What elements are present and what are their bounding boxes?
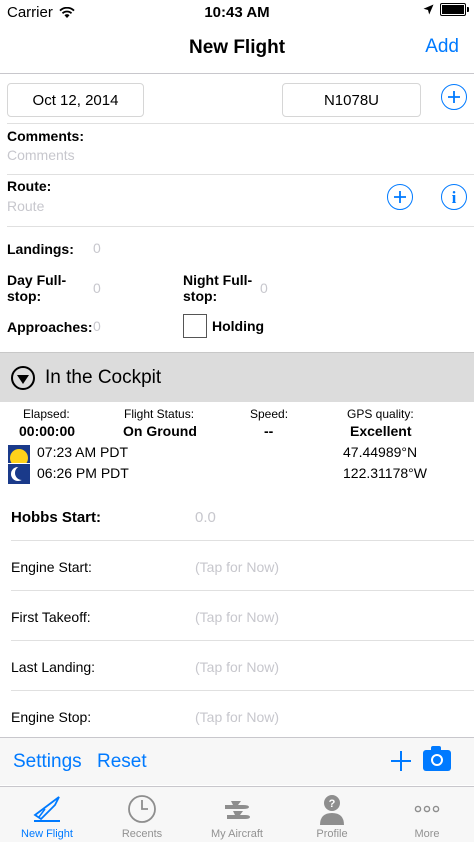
divider [7, 174, 474, 175]
route-input[interactable]: Route [7, 198, 44, 214]
engine-start-label: Engine Start: [11, 559, 92, 575]
svg-text:?: ? [329, 798, 336, 810]
clock-icon [128, 795, 156, 823]
divider [11, 690, 474, 691]
holding-label: Holding [212, 318, 265, 334]
last-landing-label: Last Landing: [11, 659, 96, 675]
status-time: 10:43 AM [204, 4, 270, 21]
engine-stop-label: Engine Stop: [11, 709, 92, 725]
info-button[interactable]: i [441, 184, 467, 210]
flight-status-label: Flight Status: [124, 407, 195, 421]
aircraft-icon [225, 801, 250, 819]
speed-value: -- [264, 423, 274, 439]
tab-profile[interactable]: ? Profile [285, 787, 379, 842]
bottom-toolbar: Settings Reset [0, 737, 474, 785]
tab-recents[interactable]: Recents [95, 787, 189, 842]
comments-label: Comments: [7, 128, 85, 144]
approaches-field[interactable]: 0 [93, 318, 101, 334]
speed-label: Speed: [250, 407, 289, 421]
tab-label: New Flight [21, 828, 73, 840]
new-flight-icon [33, 796, 60, 822]
sunset-moon-icon [8, 464, 30, 484]
night-fullstop-field[interactable]: 0 [260, 280, 268, 296]
add-aircraft-button[interactable] [441, 84, 467, 110]
gps-quality-label: GPS quality: [347, 407, 414, 421]
navigation-bar: New Flight Add [0, 24, 474, 74]
tab-my-aircraft[interactable]: My Aircraft [190, 787, 284, 842]
cockpit-title: In the Cockpit [45, 367, 162, 388]
hobbs-start-label: Hobbs Start: [11, 509, 101, 526]
sunrise-time: 07:23 AM PDT [37, 444, 129, 460]
landings-field[interactable]: 0 [93, 240, 101, 256]
tab-label: Profile [316, 828, 348, 840]
battery-icon [440, 3, 469, 16]
landings-label: Landings: [7, 241, 74, 257]
divider [11, 640, 474, 641]
more-icon [414, 805, 440, 813]
add-route-button[interactable] [387, 184, 413, 210]
tab-bar: New Flight Recents My Aircraft ? Profile [0, 786, 474, 842]
first-takeoff-label: First Takeoff: [11, 609, 91, 625]
collapse-toggle-icon[interactable] [11, 366, 35, 390]
tab-more[interactable]: More [380, 787, 474, 842]
divider [7, 226, 474, 227]
day-fullstop-label-line2: stop: [7, 288, 42, 304]
cockpit-section-header[interactable]: In the Cockpit [0, 352, 474, 402]
gps-quality-value: Excellent [350, 423, 412, 439]
first-takeoff-field[interactable]: (Tap for Now) [195, 609, 279, 625]
date-field[interactable]: Oct 12, 2014 [7, 83, 144, 117]
day-fullstop-field[interactable]: 0 [93, 280, 101, 296]
sunrise-icon [8, 445, 30, 463]
page-title: New Flight [188, 37, 286, 58]
profile-icon: ? [320, 795, 344, 825]
camera-icon[interactable] [423, 746, 451, 771]
tab-label: My Aircraft [211, 828, 263, 840]
hobbs-start-field[interactable]: 0.0 [195, 509, 216, 526]
day-fullstop-label-line1: Day Full- [7, 272, 67, 288]
settings-button[interactable]: Settings [13, 751, 82, 773]
location-arrow-icon [423, 4, 434, 15]
night-fullstop-label-line2: stop: [183, 288, 218, 304]
status-bar: Carrier 10:43 AM [0, 0, 474, 24]
latitude-value: 47.44989°N [343, 444, 418, 460]
tab-label: Recents [121, 828, 163, 840]
flight-status-value: On Ground [123, 423, 197, 439]
route-label: Route: [7, 178, 52, 194]
comments-input[interactable]: Comments [7, 147, 75, 163]
tab-label: More [414, 828, 440, 840]
engine-stop-field[interactable]: (Tap for Now) [195, 709, 279, 725]
plus-icon [394, 191, 406, 203]
plus-icon [448, 91, 460, 103]
divider [11, 540, 474, 541]
sunset-time: 06:26 PM PDT [37, 465, 129, 481]
reset-button[interactable]: Reset [97, 751, 147, 773]
elapsed-value: 00:00:00 [19, 423, 76, 439]
holding-checkbox[interactable] [183, 314, 207, 338]
info-icon: i [451, 187, 457, 207]
status-right [423, 3, 469, 16]
longitude-value: 122.31178°W [343, 465, 427, 481]
add-button[interactable]: Add [425, 36, 459, 58]
elapsed-label: Elapsed: [23, 407, 70, 421]
add-plus-icon[interactable] [390, 744, 412, 777]
divider [7, 123, 474, 124]
tail-number-field[interactable]: N1078U [282, 83, 421, 117]
divider [11, 590, 474, 591]
tab-new-flight[interactable]: New Flight [0, 787, 94, 842]
last-landing-field[interactable]: (Tap for Now) [195, 659, 279, 675]
night-fullstop-label-line1: Night Full- [183, 272, 253, 288]
engine-start-field[interactable]: (Tap for Now) [195, 559, 279, 575]
approaches-label: Approaches: [7, 319, 93, 335]
